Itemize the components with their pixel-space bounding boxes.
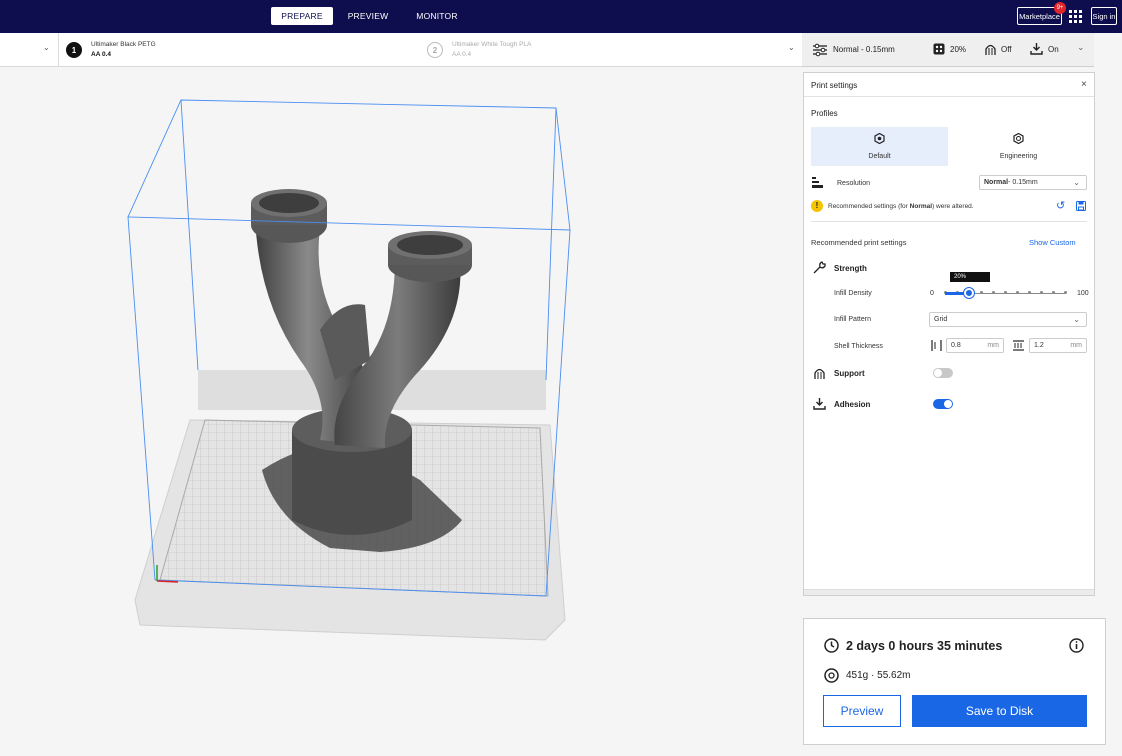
infill-pattern-value: Grid [934, 316, 948, 323]
infill-slider-tick [1028, 291, 1031, 294]
shell-thickness-label: Shell Thickness [834, 343, 883, 350]
infill-slider-tick [980, 291, 983, 294]
profile-engineering-card[interactable]: Engineering [950, 127, 1087, 166]
chevron-down-icon[interactable]: ⌄ [1077, 42, 1085, 53]
sign-in-button[interactable]: Sign in [1091, 7, 1117, 25]
profile-engineering-label: Engineering [999, 153, 1038, 160]
resolution-icon [812, 177, 823, 188]
reset-icon[interactable]: ↺ [1056, 199, 1065, 212]
wrench-icon [813, 261, 826, 274]
adhesion-icon [1030, 43, 1043, 55]
3d-viewport[interactable] [0, 67, 802, 756]
profile-default-card[interactable]: Default [811, 127, 948, 166]
chevron-down-icon: ⌄ [1073, 178, 1080, 187]
support-summary: Off [1001, 45, 1012, 54]
grid-apps-icon[interactable] [1069, 10, 1082, 23]
clock-icon [824, 638, 839, 653]
show-custom-link[interactable]: Show Custom [1029, 238, 1076, 247]
panel-title: Print settings [811, 81, 858, 90]
profile-summary: Normal - 0.15mm [833, 45, 895, 54]
print-time: 2 days 0 hours 35 minutes [846, 639, 1003, 653]
infill-slider-tick [1004, 291, 1007, 294]
infill-icon [933, 43, 945, 55]
tab-monitor[interactable]: MONITOR [410, 7, 464, 25]
profile-engineering-icon [1013, 133, 1024, 144]
infill-slider-tick [1064, 291, 1067, 294]
infill-slider-tick [1040, 291, 1043, 294]
save-to-disk-button[interactable]: Save to Disk [912, 695, 1087, 727]
adhesion-summary: On [1048, 45, 1059, 54]
strength-label: Strength [834, 264, 867, 273]
infill-slider-tick [1016, 291, 1019, 294]
top-bottom-thickness-input[interactable]: 1.2 mm [1029, 338, 1087, 353]
extruder-bar: ⌄ 1 Ultimaker Black PETG AA 0.4 2 Ultima… [0, 33, 802, 67]
material-usage: 451g · 55.62m [846, 670, 911, 681]
extruder-2-core: AA 0.4 [452, 51, 472, 58]
top-bottom-thickness-value: 1.2 [1034, 342, 1044, 349]
extruder-2-material: Ultimaker White Tough PLA [452, 41, 532, 48]
infill-max-label: 100 [1077, 290, 1089, 297]
tab-prepare[interactable]: PREPARE [271, 7, 333, 25]
extruder-2-icon: 2 [427, 42, 443, 58]
extruder-1-icon: 1 [66, 42, 82, 58]
infill-density-label: Infill Density [834, 290, 872, 297]
wall-thickness-value: 0.8 [951, 342, 961, 349]
header-bar: PREPARE PREVIEW MONITOR Marketplace 9+ S… [0, 0, 1122, 33]
resolution-value: - 0.15mm [1008, 179, 1038, 186]
tab-preview[interactable]: PREVIEW [343, 7, 393, 25]
wall-thickness-unit: mm [987, 342, 999, 349]
recommended-settings-label: Recommended print settings [811, 238, 907, 247]
resolution-value-bold: Normal [984, 179, 1009, 186]
top-bottom-thickness-icon [1013, 340, 1024, 351]
infill-summary: 20% [950, 45, 967, 54]
support-icon [985, 44, 996, 55]
preview-button[interactable]: Preview [823, 695, 901, 727]
infill-slider-handle[interactable] [964, 288, 974, 298]
print-settings-panel: Print settings × Profiles Default Engine… [803, 72, 1095, 596]
support-toggle[interactable] [933, 368, 953, 378]
support-icon [814, 368, 825, 379]
print-setup-summary[interactable]: Normal - 0.15mm 20% Off On ⌄ [802, 33, 1094, 67]
profile-default-icon [874, 133, 885, 144]
settings-altered-warning: Recommended settings (for Normal) were a… [828, 203, 974, 210]
infill-slider-tick [992, 291, 995, 294]
infill-tooltip: 20% [950, 272, 990, 282]
resolution-dropdown[interactable]: Normal - 0.15mm ⌄ [979, 175, 1087, 190]
infill-pattern-label: Infill Pattern [834, 316, 871, 323]
resolution-label: Resolution [837, 180, 871, 187]
infill-min-label: 0 [930, 290, 934, 297]
marketplace-badge: 9+ [1054, 2, 1066, 14]
close-icon[interactable]: × [1081, 79, 1087, 90]
print-job-panel: 2 days 0 hours 35 minutes 451g · 55.62m … [803, 618, 1106, 745]
panel-resize-handle[interactable] [804, 589, 1094, 595]
divider [58, 33, 59, 67]
profile-default-label: Default [868, 153, 891, 160]
divider [811, 221, 1087, 222]
chevron-down-icon[interactable]: ⌄ [43, 43, 50, 52]
chevron-down-icon: ⌄ [1073, 315, 1080, 324]
infill-slider-tick [1052, 291, 1055, 294]
profiles-label: Profiles [811, 109, 838, 118]
build-plate-scene [127, 99, 571, 641]
wall-thickness-icon [931, 340, 942, 351]
sliders-icon [813, 43, 827, 57]
chevron-down-icon[interactable]: ⌄ [788, 43, 795, 52]
info-icon[interactable] [1069, 638, 1084, 653]
extruder-1-material: Ultimaker Black PETG [91, 41, 156, 48]
adhesion-label: Adhesion [834, 400, 871, 409]
support-label: Support [834, 369, 865, 378]
extruder-1-core: AA 0.4 [91, 51, 111, 58]
save-profile-icon[interactable] [1076, 201, 1086, 211]
infill-pattern-dropdown[interactable]: Grid ⌄ [929, 312, 1087, 327]
warning-icon: ! [811, 200, 823, 212]
spool-icon [824, 668, 839, 683]
top-bottom-thickness-unit: mm [1070, 342, 1082, 349]
adhesion-toggle[interactable] [933, 399, 953, 409]
wall-thickness-input[interactable]: 0.8 mm [946, 338, 1004, 353]
adhesion-icon [813, 398, 826, 410]
